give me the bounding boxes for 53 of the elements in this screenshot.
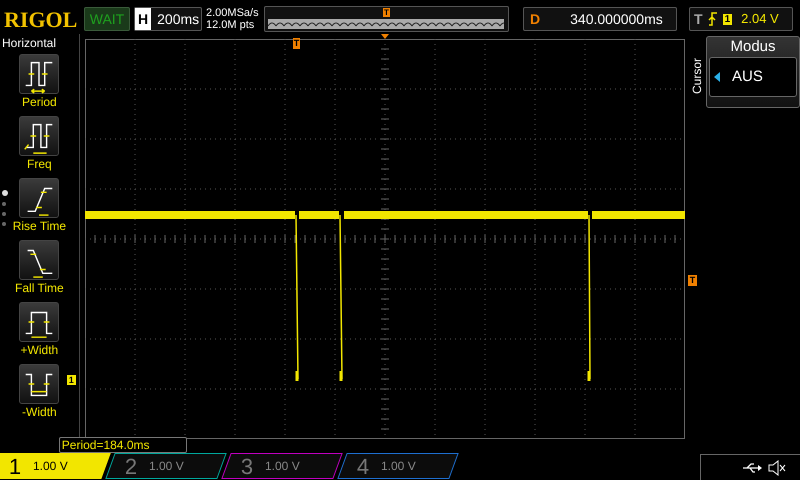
memory-depth: 12.0M pts xyxy=(206,19,256,31)
channel-scale: 1.00 V xyxy=(381,458,416,475)
left-triangle-icon xyxy=(714,72,720,82)
trigger-source: 1 xyxy=(722,14,732,24)
measure-button[interactable] xyxy=(19,116,60,156)
measurement-readout: Period=184.0ms xyxy=(58,437,187,453)
rising-edge-icon xyxy=(708,12,718,26)
brand-logo: RIGOL xyxy=(4,6,78,34)
menu-title: Horizontal xyxy=(1,35,56,52)
measure-button[interactable] xyxy=(19,302,60,342)
channel-scale: 1.00 V xyxy=(265,458,300,475)
delay-value: 340.000000ms xyxy=(570,10,663,28)
measure-label: -Width xyxy=(22,404,57,421)
measure-label: +Width xyxy=(20,342,58,359)
channel-number: 3 xyxy=(241,452,254,480)
trigger-time-marker: T xyxy=(292,38,300,49)
menu-side-label: Cursor xyxy=(691,57,703,96)
sample-rate: 2.00MSa/s xyxy=(206,7,260,19)
measure-label: Freq xyxy=(27,156,52,173)
measure-label: Rise Time xyxy=(12,218,66,235)
measure-button[interactable] xyxy=(19,364,60,404)
timebase-panel[interactable]: H 200ms xyxy=(134,7,202,31)
measure-button[interactable] xyxy=(19,240,60,280)
trigger-position-marker: T xyxy=(383,8,390,17)
run-status: WAIT xyxy=(84,7,130,31)
measure-button[interactable] xyxy=(19,54,60,94)
channel-marker: 1 xyxy=(66,375,76,385)
channel-tab[interactable]: 4 1.00 V xyxy=(337,453,459,479)
memory-waveform-icon xyxy=(268,19,504,29)
channel-number: 2 xyxy=(125,452,138,480)
delay-panel[interactable]: D 340.000000ms xyxy=(523,7,677,31)
measure-label: Period xyxy=(22,94,57,111)
measure-label: Fall Time xyxy=(15,280,64,297)
trigger-label: T xyxy=(694,10,703,28)
mute-icon xyxy=(768,460,786,476)
menu-option-title: Modus xyxy=(730,37,776,57)
usb-icon xyxy=(742,462,762,474)
measure-button[interactable] xyxy=(19,178,60,218)
trigger-level: 2.04 V xyxy=(741,10,779,28)
mode-selector[interactable]: AUS xyxy=(709,57,797,97)
channel-tab[interactable]: 1 1.00 V xyxy=(0,453,111,479)
delay-label: D xyxy=(529,10,542,28)
channel-scale: 1.00 V xyxy=(149,458,184,475)
trigger-panel[interactable]: T 1 2.04 V xyxy=(689,7,793,31)
timebase-value: 200ms xyxy=(157,10,200,28)
channel-scale: 1.00 V xyxy=(33,458,68,475)
channel-number: 4 xyxy=(357,452,370,480)
channel-tab[interactable]: 2 1.00 V xyxy=(105,453,227,479)
timebase-label: H xyxy=(135,8,152,30)
channel-tab[interactable]: 3 1.00 V xyxy=(221,453,343,479)
trigger-level-marker: T xyxy=(688,275,698,286)
channel-number: 1 xyxy=(9,452,22,480)
center-marker-icon xyxy=(380,34,389,39)
